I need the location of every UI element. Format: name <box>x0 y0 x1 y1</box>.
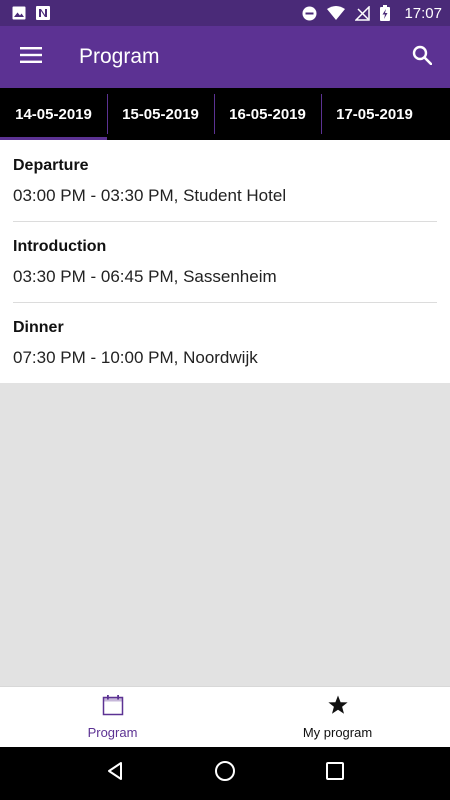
bottom-navigation: Program My program <box>0 686 450 747</box>
image-icon <box>12 6 26 20</box>
list-item[interactable]: Introduction 03:30 PM - 06:45 PM, Sassen… <box>0 221 450 302</box>
app-bar: Program <box>0 26 450 88</box>
nav-program[interactable]: Program <box>0 687 225 747</box>
no-signal-icon <box>355 5 371 21</box>
event-title: Dinner <box>13 319 64 336</box>
date-tabs: 14-05-2019 15-05-2019 16-05-2019 17-05-2… <box>0 88 450 140</box>
back-icon <box>105 761 125 786</box>
tab-15-05-2019[interactable]: 15-05-2019 <box>107 88 214 140</box>
search-icon <box>412 45 433 70</box>
list-item[interactable]: Dinner 07:30 PM - 10:00 PM, Noordwijk <box>0 302 450 383</box>
nav-label: My program <box>302 725 373 740</box>
page-title: Program <box>79 45 160 68</box>
status-bar: 17:07 <box>0 0 450 26</box>
search-button[interactable] <box>394 26 450 88</box>
home-icon <box>214 760 236 787</box>
calendar-icon <box>102 694 124 721</box>
home-button[interactable] <box>205 754 245 794</box>
star-icon <box>327 694 349 721</box>
n-icon <box>36 6 50 20</box>
recents-icon <box>326 762 344 785</box>
event-title: Departure <box>13 157 89 174</box>
back-button[interactable] <box>95 754 135 794</box>
status-time: 17:07 <box>404 4 442 22</box>
list-item[interactable]: Departure 03:00 PM - 03:30 PM, Student H… <box>0 140 450 221</box>
event-title: Introduction <box>13 238 107 255</box>
event-detail: 07:30 PM - 10:00 PM, Noordwijk <box>13 348 258 367</box>
dnd-icon <box>302 6 317 21</box>
event-list: Departure 03:00 PM - 03:30 PM, Student H… <box>0 140 450 383</box>
wifi-icon <box>327 6 346 20</box>
tab-14-05-2019[interactable]: 14-05-2019 <box>0 88 107 140</box>
tab-16-05-2019[interactable]: 16-05-2019 <box>214 88 321 140</box>
system-navigation-bar <box>0 747 450 800</box>
nav-my-program[interactable]: My program <box>225 687 450 747</box>
nav-label: Program <box>87 725 138 740</box>
menu-button[interactable] <box>0 26 62 88</box>
recents-button[interactable] <box>315 754 355 794</box>
tab-17-05-2019[interactable]: 17-05-2019 <box>321 88 428 140</box>
event-detail: 03:30 PM - 06:45 PM, Sassenheim <box>13 267 277 286</box>
hamburger-menu-icon <box>20 46 42 68</box>
event-detail: 03:00 PM - 03:30 PM, Student Hotel <box>13 186 287 205</box>
battery-charging-icon <box>380 5 391 21</box>
